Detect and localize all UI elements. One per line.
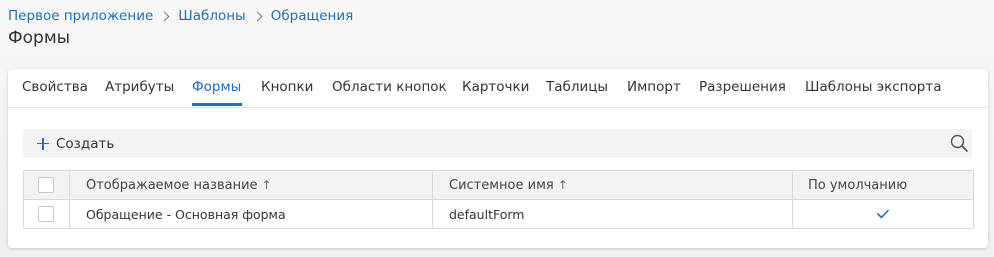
table-header-row: Отображаемое название ↑ Системное имя ↑ … (24, 171, 973, 200)
row-checkbox[interactable] (38, 206, 54, 222)
header-checkbox-cell (24, 171, 70, 199)
breadcrumb: Первое приложение Шаблоны Обращения (8, 6, 353, 26)
toolbar: Создать (23, 129, 972, 158)
cell-default (793, 200, 973, 228)
breadcrumb-item-app[interactable]: Первое приложение (8, 8, 153, 24)
cell-system-name: defaultForm (433, 200, 793, 228)
table-row[interactable]: Обращение - Основная форма defaultForm (24, 200, 973, 228)
column-header-display-name[interactable]: Отображаемое название ↑ (70, 171, 433, 199)
row-checkbox-cell (24, 200, 70, 228)
tab-bar: Свойства Атрибуты Формы Кнопки Области к… (8, 69, 988, 108)
column-header-label: Системное имя (449, 177, 554, 193)
content-card: Свойства Атрибуты Формы Кнопки Области к… (8, 69, 988, 248)
tab-properties[interactable]: Свойства (22, 79, 88, 95)
checkmark-icon (877, 209, 889, 219)
tab-permissions[interactable]: Разрешения (699, 79, 786, 95)
column-header-system-name[interactable]: Системное имя ↑ (433, 171, 793, 199)
chevron-right-icon (252, 11, 263, 21)
tab-forms[interactable]: Формы (192, 79, 241, 95)
column-header-label: Отображаемое название (86, 177, 258, 193)
column-header-default[interactable]: По умолчанию (793, 171, 973, 199)
tab-cards[interactable]: Карточки (462, 79, 529, 95)
forms-table: Отображаемое название ↑ Системное имя ↑ … (23, 170, 974, 229)
breadcrumb-item-templates[interactable]: Шаблоны (178, 8, 245, 24)
plus-icon (37, 137, 49, 150)
tab-tables[interactable]: Таблицы (546, 79, 608, 95)
chevron-right-icon (159, 11, 170, 21)
tab-import[interactable]: Импорт (627, 79, 681, 95)
select-all-checkbox[interactable] (38, 177, 54, 193)
column-header-label: По умолчанию (808, 177, 908, 193)
tab-buttons[interactable]: Кнопки (261, 79, 313, 95)
tab-attributes[interactable]: Атрибуты (105, 79, 174, 95)
active-tab-indicator (192, 103, 242, 106)
create-button[interactable]: Создать (37, 129, 114, 158)
sort-arrow-icon: ↑ (557, 178, 568, 192)
sort-arrow-icon: ↑ (261, 178, 272, 192)
tab-export-templates[interactable]: Шаблоны экспорта (805, 79, 941, 95)
breadcrumb-item-requests[interactable]: Обращения (271, 8, 354, 24)
page-title: Формы (8, 28, 71, 48)
cell-display-name: Обращение - Основная форма (70, 200, 433, 228)
search-icon[interactable] (950, 134, 968, 152)
tab-button-areas[interactable]: Области кнопок (332, 79, 447, 95)
create-button-label: Создать (56, 135, 115, 152)
